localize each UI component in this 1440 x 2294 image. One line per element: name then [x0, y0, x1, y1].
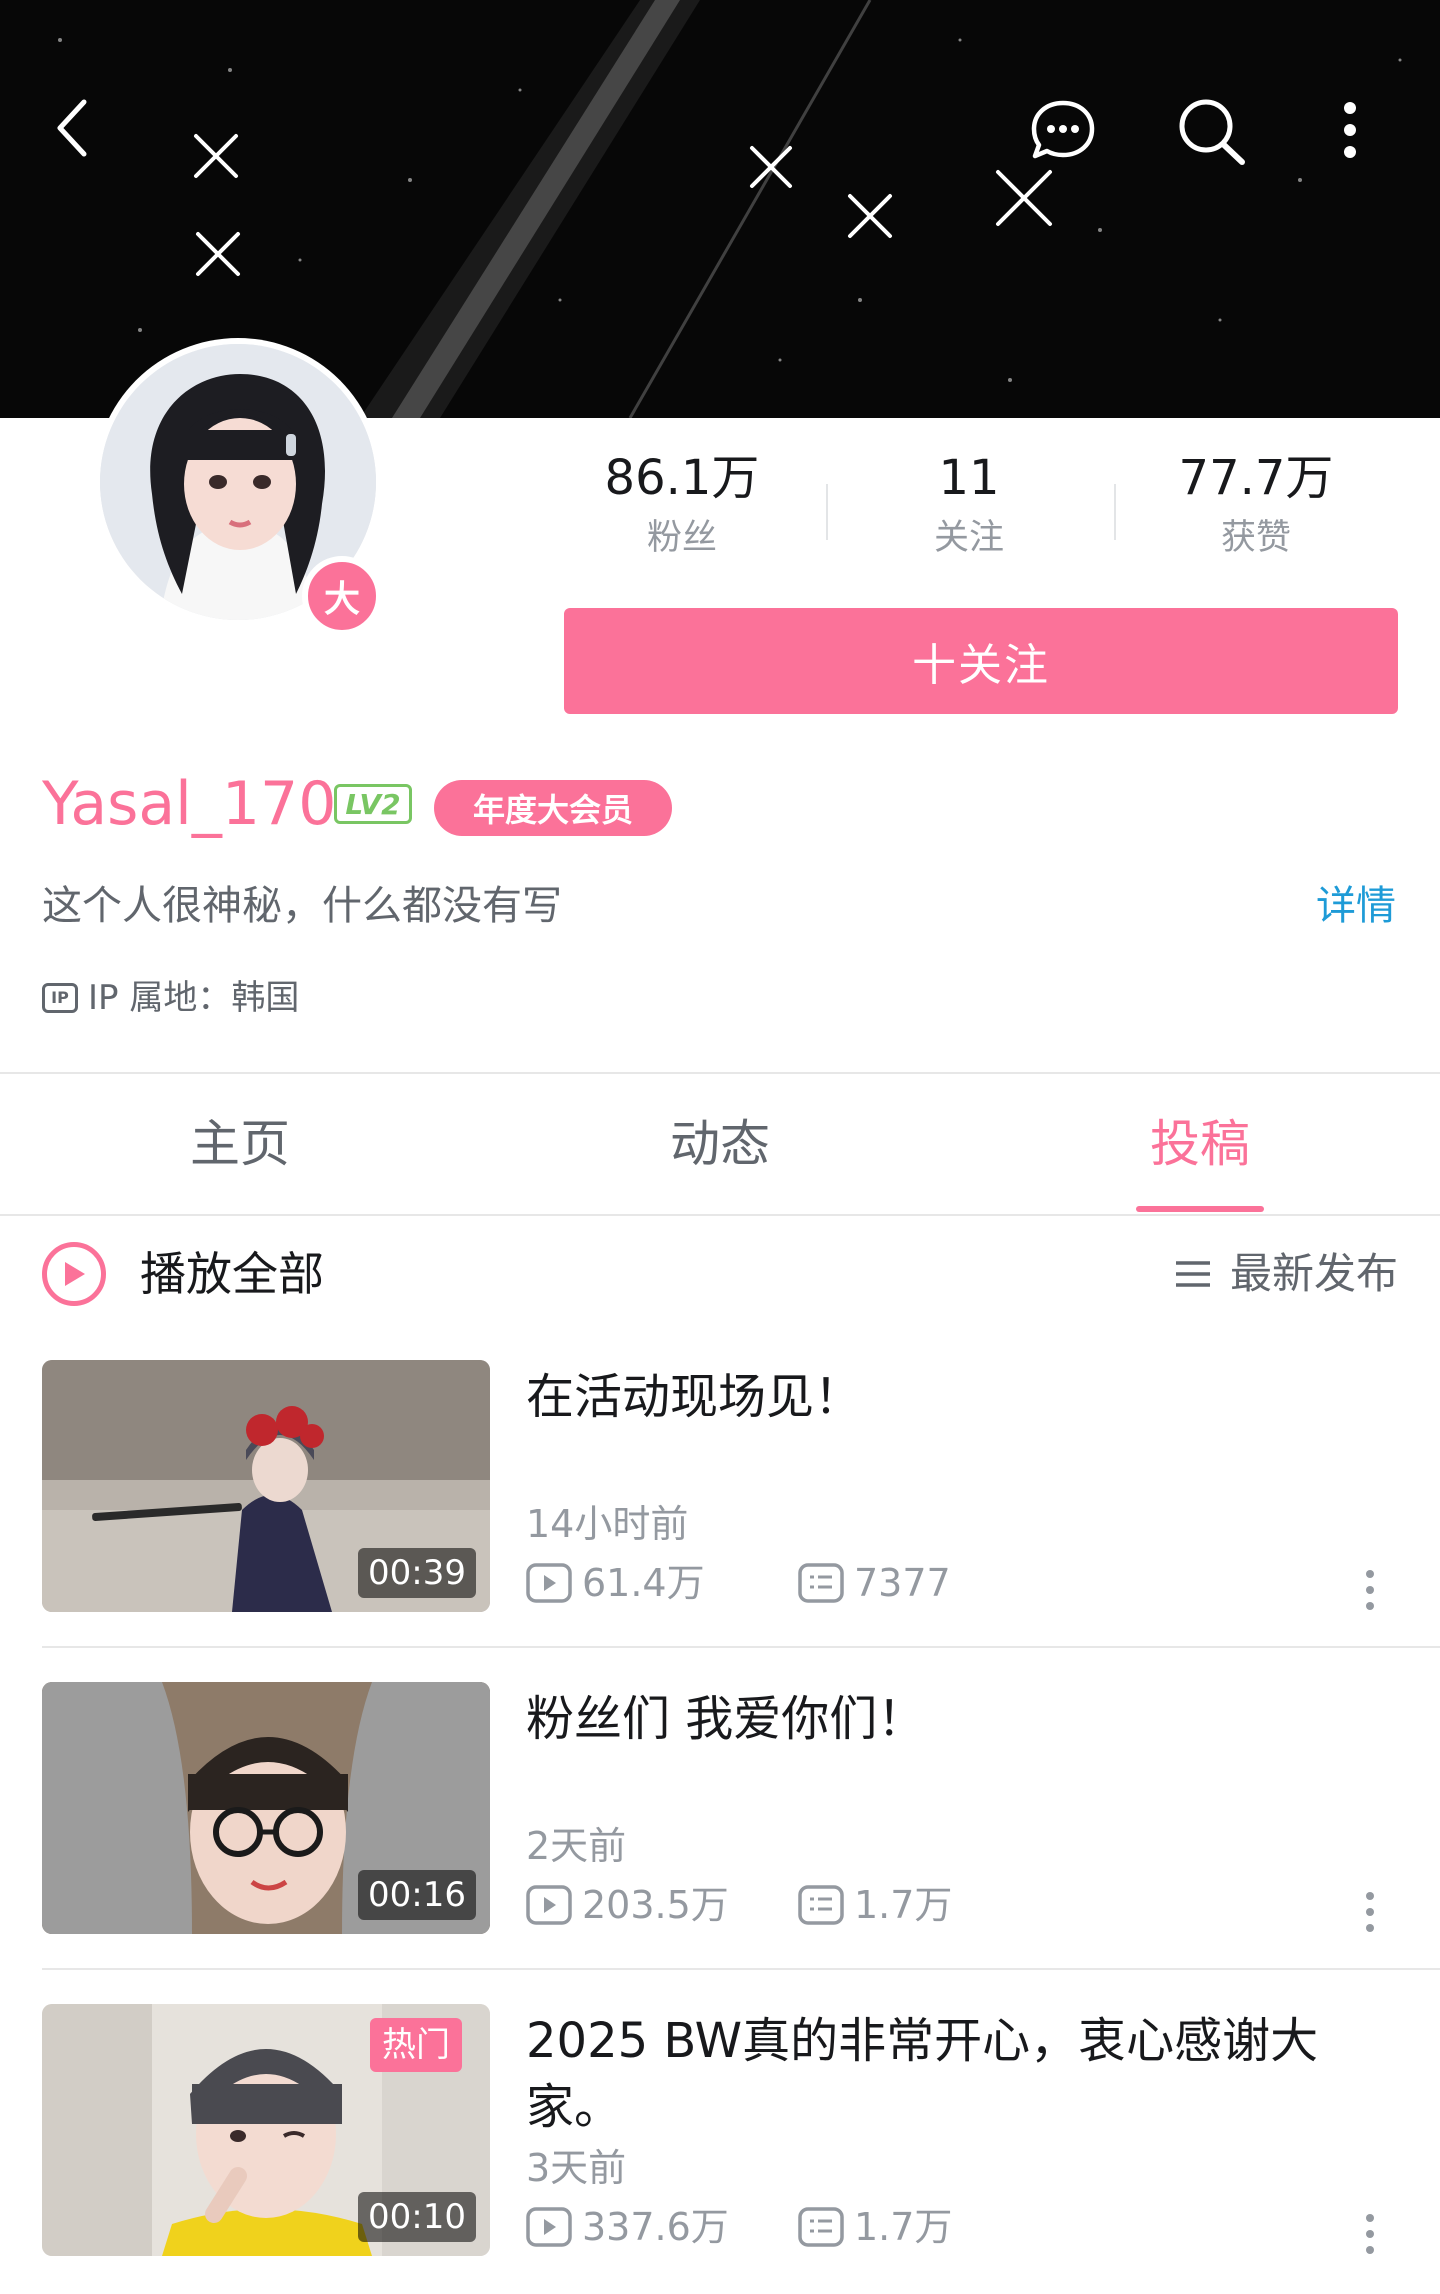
- following-count: 11: [938, 450, 1000, 506]
- username: Yasal_170: [42, 769, 337, 839]
- fans-label: 粉丝: [646, 518, 717, 558]
- video-stats: 203.5万 1.7万: [526, 1878, 952, 1932]
- video-more-icon[interactable]: [1366, 1892, 1374, 1932]
- play-all-label: 播放全部: [140, 1247, 324, 1301]
- tab-dynamic[interactable]: 动态: [570, 1106, 870, 1182]
- video-item[interactable]: 00:39 在活动现场见！ 14小时前 61.4万 7377: [0, 1360, 1440, 1614]
- level-badge[interactable]: LV2: [334, 784, 412, 824]
- comment-count: 1.7万: [798, 2200, 952, 2254]
- follow-button[interactable]: 十关注: [564, 608, 1398, 714]
- divider: [0, 1214, 1440, 1216]
- following-stat[interactable]: 11 关注: [869, 448, 1069, 564]
- tab-indicator: [1136, 1206, 1264, 1212]
- detail-link[interactable]: 详情: [1316, 876, 1396, 936]
- more-icon: [1344, 102, 1356, 158]
- view-count: 61.4万: [526, 1556, 798, 1610]
- play-icon: [42, 1242, 106, 1306]
- comment-count: 7377: [798, 1556, 951, 1610]
- view-count: 203.5万: [526, 1878, 798, 1932]
- view-count-text: 337.6万: [582, 2205, 729, 2249]
- sort-icon: [1175, 1261, 1210, 1287]
- play-all-button[interactable]: 播放全部: [42, 1242, 324, 1306]
- back-button[interactable]: [52, 96, 112, 168]
- video-time: 2天前: [526, 1824, 627, 1868]
- message-button[interactable]: [1030, 98, 1100, 164]
- big-vip-badge: 大: [302, 556, 382, 636]
- ip-icon: IP: [42, 983, 78, 1013]
- video-time: 14小时前: [526, 1502, 689, 1546]
- view-icon: [526, 2207, 572, 2247]
- stat-divider: [826, 484, 828, 540]
- video-title[interactable]: 在活动现场见！: [526, 1364, 1346, 1430]
- video-time: 3天前: [526, 2146, 627, 2190]
- video-duration: 00:39: [358, 1548, 476, 1598]
- following-label: 关注: [933, 518, 1004, 558]
- video-more-icon[interactable]: [1366, 2214, 1374, 2254]
- fans-count: 86.1万: [604, 450, 760, 506]
- hot-badge: 热门: [370, 2018, 462, 2072]
- ip-location-text: IP 属地：韩国: [88, 978, 300, 1018]
- tab-home[interactable]: 主页: [90, 1106, 390, 1182]
- message-icon: [1031, 100, 1095, 159]
- view-count-text: 61.4万: [582, 1561, 705, 1605]
- view-count-text: 203.5万: [582, 1883, 729, 1927]
- video-thumbnail[interactable]: 热门 00:10: [42, 2004, 490, 2256]
- video-thumbnail[interactable]: 00:16: [42, 1682, 490, 1934]
- sort-label: 最新发布: [1229, 1249, 1398, 1298]
- video-stats: 61.4万 7377: [526, 1556, 951, 1610]
- stat-divider: [1114, 484, 1116, 540]
- back-icon: [57, 99, 87, 157]
- video-stats: 337.6万 1.7万: [526, 2200, 952, 2254]
- video-title[interactable]: 粉丝们 我爱你们！: [526, 1686, 1346, 1752]
- bio-text: 这个人很神秘，什么都没有写: [42, 883, 562, 929]
- video-duration: 00:16: [358, 1870, 476, 1920]
- video-duration: 00:10: [358, 2192, 476, 2242]
- comment-count-text: 7377: [854, 1561, 951, 1605]
- comment-count-text: 1.7万: [854, 1883, 953, 1927]
- profile-page: 大 86.1万 粉丝 11 关注 77.7万 获赞 十关注 Yasal_170 …: [0, 0, 1440, 2294]
- view-icon: [526, 1885, 572, 1925]
- video-item[interactable]: 热门 00:10 2025 BW真的非常开心，衷心感谢大家。 3天前 337.6…: [0, 2004, 1440, 2258]
- divider: [42, 1968, 1440, 1970]
- more-button[interactable]: [1340, 100, 1380, 164]
- comment-count: 1.7万: [798, 1878, 952, 1932]
- view-count: 337.6万: [526, 2200, 798, 2254]
- sort-button[interactable]: 最新发布: [1174, 1244, 1398, 1304]
- tab-uploads[interactable]: 投稿: [1050, 1106, 1350, 1182]
- video-more-icon[interactable]: [1366, 1570, 1374, 1610]
- comment-count-text: 1.7万: [854, 2205, 953, 2249]
- divider: [42, 1646, 1440, 1648]
- video-thumbnail[interactable]: 00:39: [42, 1360, 490, 1612]
- search-button[interactable]: [1176, 96, 1252, 168]
- likes-count: 77.7万: [1178, 450, 1334, 506]
- comment-icon: [798, 1885, 844, 1925]
- likes-label: 获赞: [1220, 518, 1291, 558]
- view-icon: [526, 1563, 572, 1603]
- divider: [0, 1072, 1440, 1074]
- vip-badge[interactable]: 年度大会员: [434, 780, 672, 836]
- comment-icon: [798, 2207, 844, 2247]
- likes-stat[interactable]: 77.7万 获赞: [1156, 448, 1356, 564]
- ip-location: IP IP 属地：韩国: [42, 970, 299, 1026]
- fans-stat[interactable]: 86.1万 粉丝: [582, 448, 782, 564]
- comment-icon: [798, 1563, 844, 1603]
- video-item[interactable]: 00:16 粉丝们 我爱你们！ 2天前 203.5万 1.7万: [0, 1682, 1440, 1936]
- video-title[interactable]: 2025 BW真的非常开心，衷心感谢大家。: [526, 2008, 1346, 2140]
- search-icon: [1179, 99, 1245, 165]
